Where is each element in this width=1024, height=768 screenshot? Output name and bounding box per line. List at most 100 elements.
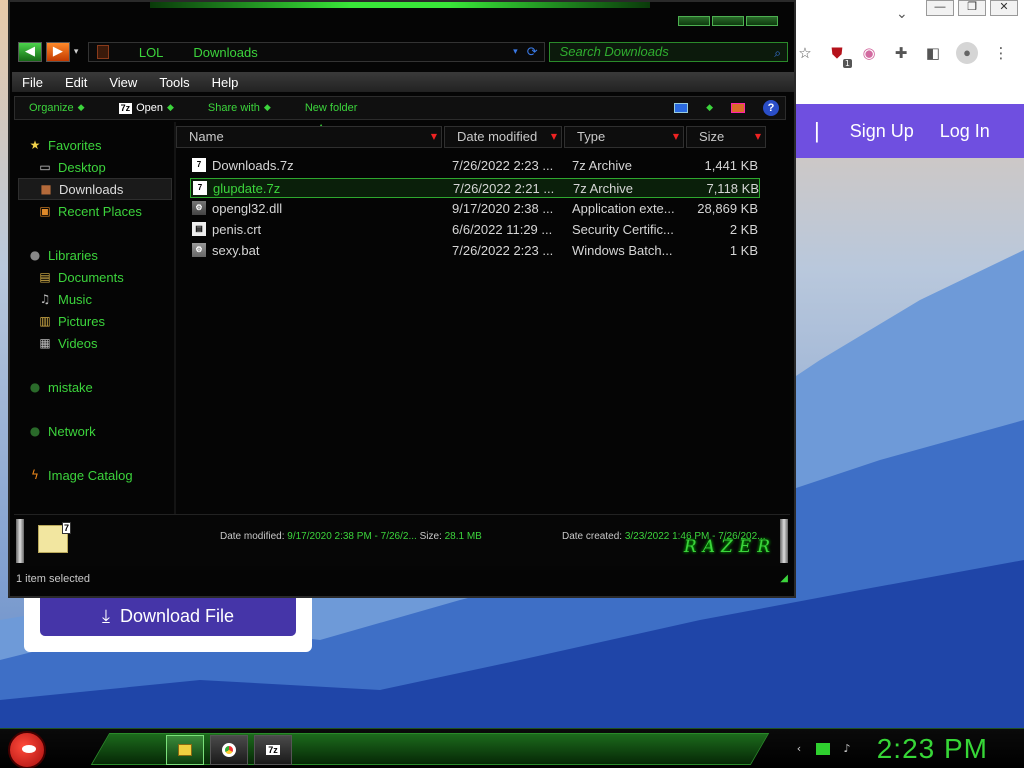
address-dropdown-icon[interactable]: ▾ xyxy=(513,47,518,57)
close-button[interactable]: ✕ xyxy=(990,0,1018,16)
sidebar-label: Favorites xyxy=(48,137,102,153)
sidebar-item-pictures[interactable]: ▥ Pictures xyxy=(38,310,105,332)
start-button[interactable] xyxy=(8,731,46,768)
column-size[interactable]: Size ▼ xyxy=(686,126,766,148)
details-pane: 7 Date modified: 9/17/2020 2:38 PM - 7/2… xyxy=(14,514,790,566)
volume-icon[interactable]: ♪ xyxy=(840,743,854,755)
navigation-pane: ★ Favorites ▭ Desktop ■ Downloads ▣ Rece… xyxy=(14,126,174,514)
pane-divider[interactable] xyxy=(174,122,176,514)
back-button[interactable]: ◀ xyxy=(18,42,42,62)
new-folder-button[interactable]: New folder xyxy=(305,102,358,114)
file-name: sexy.bat xyxy=(212,243,260,258)
file-row[interactable]: 7 Downloads.7z 7/26/2022 2:23 ... 7z Arc… xyxy=(190,156,760,176)
column-type[interactable]: Type ▼ xyxy=(564,126,684,148)
command-bar-right: ◆ ? xyxy=(674,100,779,116)
menu-help[interactable]: Help xyxy=(212,75,239,90)
sidebar-item-network[interactable]: ● Network xyxy=(28,420,96,442)
change-view-icon[interactable] xyxy=(674,103,689,113)
search-input[interactable]: Search Downloads ⌕ xyxy=(548,42,788,62)
sidebar-label: Downloads xyxy=(59,181,124,197)
history-dropdown-icon[interactable]: ▾ xyxy=(74,47,84,57)
forward-button[interactable]: ▶ xyxy=(45,42,70,62)
sidebar-item-image-catalog[interactable]: ϟ Image Catalog xyxy=(28,464,133,486)
sidebar-item-documents[interactable]: ▤ Documents xyxy=(38,266,124,288)
close-button[interactable] xyxy=(746,16,778,26)
column-filter-icon[interactable]: ▼ xyxy=(673,127,679,147)
folder-icon xyxy=(178,744,192,756)
chrome-icon xyxy=(222,743,236,757)
sidebar-item-videos[interactable]: ▦ Videos xyxy=(38,332,97,354)
resize-grip-icon[interactable]: ◢ xyxy=(780,570,788,588)
file-size: 7,118 KB xyxy=(706,181,759,196)
extension-circle-icon[interactable]: ◉ xyxy=(860,44,878,62)
file-row[interactable]: ⚙ opengl32.dll 9/17/2020 2:38 ... Applic… xyxy=(190,199,760,219)
show-hidden-icons-icon[interactable]: ‹ xyxy=(792,743,806,755)
profile-avatar[interactable]: ● xyxy=(956,42,978,64)
seven-zip-file-icon: 7 xyxy=(193,181,207,195)
sidebar-item-downloads[interactable]: ■ Downloads xyxy=(18,178,172,200)
folder-icon xyxy=(96,45,109,59)
refresh-icon[interactable]: ⟳ xyxy=(527,45,538,60)
column-date-modified[interactable]: Date modified ▼ xyxy=(444,126,562,148)
minimize-button[interactable]: — xyxy=(926,0,954,16)
site-navbar: | Sign Up Log In xyxy=(796,104,1024,158)
breadcrumb-downloads[interactable]: Downloads xyxy=(193,45,257,60)
sidebar-item-music[interactable]: ♫ Music xyxy=(38,288,92,310)
column-filter-icon[interactable]: ▼ xyxy=(431,127,437,147)
puzzle-icon[interactable]: ✚ xyxy=(892,44,910,62)
preview-pane-icon[interactable] xyxy=(731,103,745,113)
open-button[interactable]: 7z Open ◆ xyxy=(118,102,174,114)
search-placeholder: Search Downloads xyxy=(559,44,669,59)
taskbar-7zip-button[interactable]: 7z xyxy=(254,735,292,765)
sidebar-item-desktop[interactable]: ▭ Desktop xyxy=(38,156,106,178)
minimize-button[interactable] xyxy=(678,16,710,26)
restore-button[interactable]: ❐ xyxy=(958,0,986,16)
column-filter-icon[interactable]: ▼ xyxy=(755,127,761,147)
system-tray: ‹ ♪ xyxy=(792,743,854,755)
menu-file[interactable]: File xyxy=(22,75,43,90)
view-dropdown-icon[interactable]: ◆ xyxy=(706,103,713,113)
column-filter-icon[interactable]: ▼ xyxy=(551,127,557,147)
taskbar-explorer-button[interactable] xyxy=(166,735,204,765)
sidebar-item-mistake[interactable]: ● mistake xyxy=(28,376,93,398)
network-tray-icon[interactable] xyxy=(816,743,830,755)
file-row[interactable]: ⚙ sexy.bat 7/26/2022 2:23 ... Windows Ba… xyxy=(190,241,760,261)
sidebar-label: Desktop xyxy=(58,159,106,175)
shield-extension-icon[interactable]: ⛊ 1 xyxy=(828,44,852,68)
file-name: glupdate.7z xyxy=(213,181,281,196)
menu-view[interactable]: View xyxy=(109,75,137,90)
sidebar-item-recent-places[interactable]: ▣ Recent Places xyxy=(38,200,142,222)
menu-tools[interactable]: Tools xyxy=(159,75,189,90)
documents-icon: ▤ xyxy=(39,270,51,284)
download-label: Download File xyxy=(119,605,235,626)
help-icon[interactable]: ? xyxy=(763,100,779,116)
file-row[interactable]: ▤ penis.crt 6/6/2022 11:29 ... Security … xyxy=(190,220,760,240)
organize-button[interactable]: Organize ◆ xyxy=(29,102,85,114)
star-icon[interactable]: ☆ xyxy=(796,44,814,62)
download-file-button[interactable]: ⤓ Download File xyxy=(40,596,296,636)
desktop-icon: ▭ xyxy=(39,160,51,174)
log-in-link[interactable]: Log In xyxy=(940,121,990,142)
breadcrumb-lol[interactable]: LOL xyxy=(139,45,164,60)
dropdown-dot-icon: ◆ xyxy=(77,103,85,113)
taskbar-clock[interactable]: 2:23 PM xyxy=(877,733,988,765)
search-icon[interactable]: ⌕ xyxy=(774,44,781,62)
column-name[interactable]: Name ▼ xyxy=(176,126,442,148)
sidebar-label: Documents xyxy=(58,269,124,285)
share-with-button[interactable]: Share with ◆ xyxy=(208,102,271,114)
address-row: ◀ ▶ ▾ LOL Downloads ▾ ⟳ Search Downloads… xyxy=(18,40,788,64)
certificate-file-icon: ▤ xyxy=(192,222,206,236)
address-bar[interactable]: LOL Downloads ▾ ⟳ xyxy=(87,42,545,62)
sidebar-item-libraries[interactable]: ● Libraries xyxy=(28,244,98,266)
menu-edit[interactable]: Edit xyxy=(65,75,87,90)
taskbar-chrome-button[interactable] xyxy=(210,735,248,765)
chevron-down-icon[interactable]: ⌄ xyxy=(896,6,908,22)
file-row-selected[interactable]: 7 glupdate.7z 7/26/2022 2:21 ... 7z Arch… xyxy=(190,178,760,198)
kebab-menu-icon[interactable]: ⋮ xyxy=(992,44,1010,62)
side-panel-icon[interactable]: ◧ xyxy=(924,44,942,62)
sign-up-link[interactable]: Sign Up xyxy=(850,121,914,142)
maximize-button[interactable] xyxy=(712,16,744,26)
sidebar-item-favorites[interactable]: ★ Favorites xyxy=(28,134,102,156)
title-glow xyxy=(150,2,650,8)
details-date-modified: Date modified: 9/17/2020 2:38 PM - 7/26/… xyxy=(220,531,482,542)
